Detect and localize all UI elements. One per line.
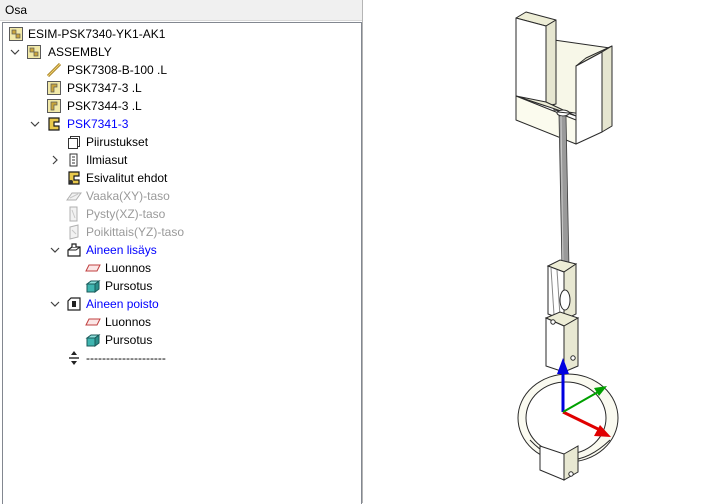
tree-item-rollback-marker[interactable]: -------------------- xyxy=(66,349,346,367)
part-icon xyxy=(47,99,61,113)
tree-item-label: PSK7344-3 .L xyxy=(67,99,142,113)
chevron-down-icon[interactable] xyxy=(28,117,42,131)
tree-item-label: Aineen poisto xyxy=(86,297,159,311)
extrude-icon xyxy=(85,334,101,347)
drawings-icon xyxy=(68,136,80,149)
tree-item-active-part[interactable]: PSK7341-3 xyxy=(28,115,348,133)
tree-item-part[interactable]: PSK7344-3 .L xyxy=(46,97,346,115)
tree-item-label: Ilmiasut xyxy=(86,153,128,167)
adjustable-coupling-3d xyxy=(544,259,580,373)
tree-item-label: Luonnos xyxy=(105,315,152,329)
rollback-marker-icon[interactable] xyxy=(66,350,82,366)
tree-item-label: PSK7308-B-100 .L xyxy=(67,63,168,77)
chevron-right-icon[interactable] xyxy=(48,153,62,167)
tree-item-part[interactable]: PSK7347-3 .L xyxy=(46,79,346,97)
tree-item-label: ESIM-PSK7340-YK1-AK1 xyxy=(28,27,166,41)
representations-icon xyxy=(69,153,78,167)
tree-item-plane-xy[interactable]: Vaaka(XY)-taso xyxy=(66,187,346,205)
tree-item-sketch[interactable]: Luonnos xyxy=(85,313,345,331)
extrude-icon xyxy=(85,280,101,293)
tree-item-label: Pysty(XZ)-taso xyxy=(86,207,166,221)
part-icon xyxy=(47,81,61,95)
plane-icon xyxy=(69,206,78,222)
tree-item-root-assembly[interactable]: ESIM-PSK7340-YK1-AK1 xyxy=(8,25,348,43)
tree-item-extrude[interactable]: Pursotus xyxy=(85,277,345,295)
tree-item-representations[interactable]: Ilmiasut xyxy=(48,151,348,169)
assembly-icon xyxy=(9,27,23,41)
tree-item-label: Aineen lisäys xyxy=(86,243,157,257)
conditions-icon xyxy=(68,171,80,185)
plane-icon xyxy=(66,192,82,201)
chevron-down-icon[interactable] xyxy=(48,243,62,257)
tree-item-label: ASSEMBLY xyxy=(48,45,112,59)
tree-item-sketch[interactable]: Luonnos xyxy=(85,259,345,277)
tree-item-label: Piirustukset xyxy=(86,135,149,149)
panel-splitter[interactable] xyxy=(362,0,363,503)
plane-icon xyxy=(69,224,79,240)
tree-item-extrude[interactable]: Pursotus xyxy=(85,331,345,349)
tree-item-label: Pursotus xyxy=(105,333,153,347)
add-material-icon xyxy=(67,243,81,257)
tree-item-plane-yz[interactable]: Poikittais(YZ)-taso xyxy=(66,223,346,241)
panel-title: Osa xyxy=(5,3,28,17)
tree-item-add-material[interactable]: Aineen lisäys xyxy=(48,241,348,259)
model-viewport[interactable] xyxy=(364,0,708,503)
tree-item-label: PSK7347-3 .L xyxy=(67,81,142,95)
tree-item-assembly[interactable]: ASSEMBLY xyxy=(8,43,348,61)
tree-item-label: Pursotus xyxy=(105,279,153,293)
tree-item-label: PSK7341-3 xyxy=(67,117,129,131)
tree-item-label: Luonnos xyxy=(105,261,152,275)
tree-item-remove-material[interactable]: Aineen poisto xyxy=(48,295,348,313)
tree-item-part[interactable]: PSK7308-B-100 .L xyxy=(46,61,346,79)
tree-item-plane-xz[interactable]: Pysty(XZ)-taso xyxy=(66,205,346,223)
sketch-icon xyxy=(85,264,101,272)
tree-item-label: -------------------- xyxy=(86,351,166,365)
chevron-down-icon[interactable] xyxy=(48,297,62,311)
tree-item-label: Esivalitut ehdot xyxy=(86,171,168,185)
remove-material-icon xyxy=(67,297,81,311)
panel-title-bar: Osa xyxy=(0,0,363,21)
tree-item-preselected-conditions[interactable]: Esivalitut ehdot xyxy=(66,169,346,187)
tree-item-drawings[interactable]: Piirustukset xyxy=(66,133,346,151)
chevron-down-icon[interactable] xyxy=(8,45,22,59)
assembly-icon xyxy=(27,45,41,59)
active-part-icon xyxy=(48,117,60,131)
rod-part-icon xyxy=(46,62,62,78)
sketch-icon xyxy=(85,318,101,326)
tree-item-label: Poikittais(YZ)-taso xyxy=(86,225,185,239)
tree-item-label: Vaaka(XY)-taso xyxy=(86,189,170,203)
